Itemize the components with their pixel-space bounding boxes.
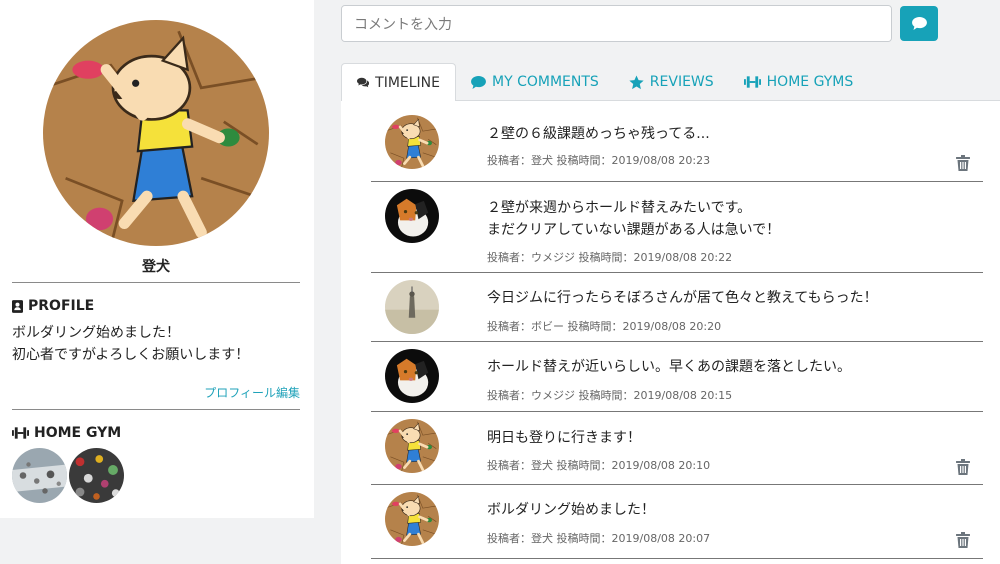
profile-name: 登犬: [142, 259, 170, 275]
post-text: ボルダリング始めました！: [487, 502, 655, 518]
edit-profile-link[interactable]: プロフィール編集: [204, 384, 300, 401]
post-meta: 投稿者：登犬 投稿時間：2019/08/08 20:10: [487, 459, 711, 472]
divider: [12, 282, 300, 283]
post-meta: 投稿者：登犬 投稿時間：2019/08/08 20:07: [487, 532, 711, 545]
post-meta: 投稿者：登犬 投稿時間：2019/08/08 20:23: [487, 154, 711, 167]
timeline-post: ホールド替えが近いらしい。早くあの課題を落としたい。 投稿者：ウメジジ 投稿時間…: [371, 342, 983, 412]
trash-icon[interactable]: [956, 155, 970, 171]
tab-reviews[interactable]: REVIEWS: [614, 63, 729, 101]
timeline-post: ２壁が来週からホールド替えみたいです。 まだクリアしていない課題がある人は急いで…: [371, 182, 983, 273]
post-avatar[interactable]: [385, 492, 439, 546]
post-avatar[interactable]: [385, 280, 439, 334]
post-meta: 投稿者：ウメジジ 投稿時間：2019/08/08 20:22: [487, 251, 733, 264]
trash-icon[interactable]: [956, 532, 970, 548]
comment-input[interactable]: [341, 5, 892, 42]
timeline-post: 今日ジムに行ったらそぼろさんが居て色々と教えてもらった！ 投稿者：ボビー 投稿時…: [371, 273, 983, 342]
profile-bio: ボルダリング始めました！ 初心者ですがよろしくお願いします！: [12, 325, 250, 363]
dumbbell-icon: [12, 427, 29, 439]
divider: [12, 409, 300, 410]
post-avatar[interactable]: [385, 189, 439, 243]
profile-card: 登犬 PROFILE ボルダリング始めました！ 初心者ですがよろしくお願いします…: [0, 0, 314, 518]
dumbbell-icon: [744, 76, 761, 88]
tab-label: REVIEWS: [649, 74, 714, 90]
tab-home-gyms[interactable]: HOME GYMS: [729, 63, 869, 101]
tab-my-comments[interactable]: MY COMMENTS: [456, 63, 614, 101]
post-avatar[interactable]: [385, 349, 439, 403]
timeline: ２壁の６級課題めっちゃ残ってる... 投稿者：登犬 投稿時間：2019/08/0…: [341, 101, 1000, 564]
home-gym-thumbnail[interactable]: [69, 448, 124, 503]
post-text: ２壁が来週からホールド替えみたいです。 まだクリアしていない課題がある人は急いで…: [487, 200, 781, 238]
profile-heading: PROFILE: [12, 298, 94, 314]
home-gym-heading: HOME GYM: [12, 425, 121, 441]
post-meta: 投稿者：ボビー 投稿時間：2019/08/08 20:20: [487, 320, 722, 333]
id-card-icon: [12, 300, 23, 313]
tab-timeline[interactable]: TIMELINE: [341, 63, 456, 101]
comments-icon: [357, 76, 369, 89]
post-avatar[interactable]: [385, 115, 439, 169]
home-gym-thumbnail[interactable]: [12, 448, 67, 503]
send-comment-button[interactable]: [900, 6, 938, 41]
profile-heading-label: PROFILE: [28, 298, 95, 314]
post-meta: 投稿者：ウメジジ 投稿時間：2019/08/08 20:15: [487, 389, 733, 402]
post-text: 明日も登りに行きます！: [487, 430, 641, 446]
tab-label: HOME GYMS: [766, 74, 854, 90]
post-text: ホールド替えが近いらしい。早くあの課題を落としたい。: [487, 359, 851, 375]
profile-avatar: [43, 20, 269, 246]
star-icon: [629, 75, 644, 90]
tab-bar: TIMELINE MY COMMENTS REVIEWS HOME GYMS: [341, 63, 868, 101]
tab-label: MY COMMENTS: [492, 74, 599, 90]
timeline-post: ボルダリング始めました！ 投稿者：登犬 投稿時間：2019/08/08 20:0…: [371, 485, 983, 559]
post-text: 今日ジムに行ったらそぼろさんが居て色々と教えてもらった！: [487, 290, 878, 306]
timeline-post: 明日も登りに行きます！ 投稿者：登犬 投稿時間：2019/08/08 20:10: [371, 412, 983, 485]
timeline-post: ２壁の６級課題めっちゃ残ってる... 投稿者：登犬 投稿時間：2019/08/0…: [371, 101, 983, 182]
comment-icon: [471, 76, 486, 89]
trash-icon[interactable]: [956, 459, 970, 475]
post-avatar[interactable]: [385, 419, 439, 473]
comment-icon: [912, 17, 927, 30]
post-text: ２壁の６級課題めっちゃ残ってる...: [487, 126, 710, 142]
home-gym-heading-label: HOME GYM: [34, 425, 122, 441]
tab-label: TIMELINE: [375, 74, 440, 91]
